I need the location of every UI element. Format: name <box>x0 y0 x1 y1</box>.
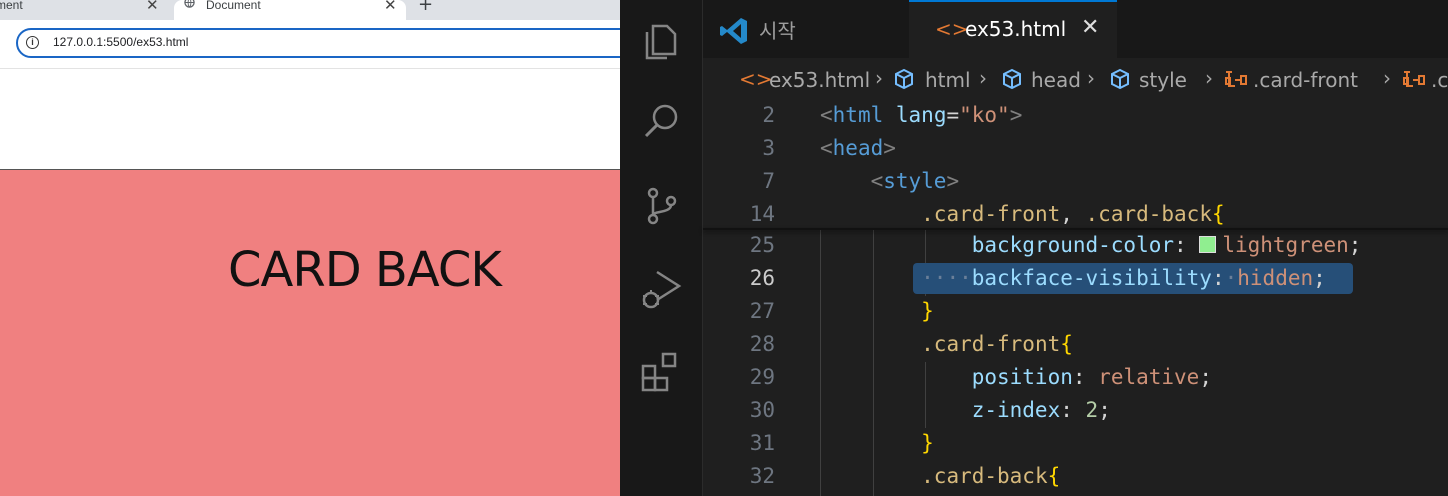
source-control-icon[interactable] <box>639 184 683 228</box>
chevron-right-icon: › <box>1087 66 1095 90</box>
tab-label: ex53.html <box>965 17 1067 41</box>
breadcrumb: <> ex53.html › html › head › style › .ca… <box>703 58 1448 102</box>
line-number: 2 <box>762 103 775 127</box>
code-line[interactable]: 2 <html lang="ko"> <box>703 100 1448 133</box>
breadcrumb-item[interactable]: .card-front <box>1253 68 1358 92</box>
vscode-logo-icon <box>720 18 747 44</box>
browser-tab-inactive[interactable]: ment ✕ <box>0 0 172 20</box>
tab-title: Document <box>206 0 261 12</box>
html-code-icon: <> <box>935 17 969 41</box>
tab-close-icon[interactable]: ✕ <box>146 0 159 14</box>
new-tab-button[interactable]: + <box>418 0 433 15</box>
element-cube-icon <box>1111 68 1129 90</box>
code-text: <head> <box>820 136 896 160</box>
code-text: <style> <box>870 169 960 193</box>
line-number: 27 <box>749 299 775 323</box>
code-text: } <box>921 299 934 323</box>
tab-welcome[interactable]: 시작 <box>703 0 908 58</box>
element-cube-icon <box>1003 68 1021 90</box>
chevron-right-icon: › <box>1383 66 1391 90</box>
code-editor[interactable]: 2 <html lang="ko"> 3 <head> 7 <style> 14 .car… <box>703 100 1448 496</box>
code-text: .card-front, .card-back{ <box>921 202 1225 226</box>
css-selector-icon <box>1225 71 1247 87</box>
code-text: .card-front{ <box>921 332 1073 356</box>
line-number: 29 <box>749 365 775 389</box>
chevron-right-icon: › <box>875 66 883 90</box>
code-text: .card-back{ <box>921 464 1061 488</box>
chevron-right-icon: › <box>1205 66 1213 90</box>
code-text: position: relative; <box>971 365 1212 389</box>
line-number: 26 <box>749 266 775 290</box>
code-text: } <box>921 431 934 455</box>
browser-window: ment ✕ Document ✕ + i 127.0.0.1:5500/ex5… <box>0 0 620 496</box>
line-number: 30 <box>749 398 775 422</box>
color-swatch-icon[interactable] <box>1199 236 1217 253</box>
run-debug-icon[interactable] <box>639 266 683 310</box>
breadcrumb-item[interactable]: head <box>1031 68 1081 92</box>
code-line[interactable]: 30 z-index: 2; <box>703 395 1448 428</box>
code-line[interactable]: 26 ····backface-visibility:·hidden; <box>703 263 1448 296</box>
site-info-icon[interactable]: i <box>26 36 39 49</box>
code-line[interactable]: 27 } <box>703 296 1448 329</box>
breadcrumb-item[interactable]: html <box>925 68 971 92</box>
element-cube-icon <box>895 68 913 90</box>
code-text: background-color: lightgreen; <box>971 233 1362 257</box>
html-file-icon: <> <box>739 67 773 91</box>
explorer-icon[interactable] <box>639 18 683 62</box>
tab-ex53-html[interactable]: <> ex53.html ✕ <box>909 0 1117 58</box>
code-line[interactable]: 32 .card-back{ <box>703 461 1448 494</box>
activity-bar <box>620 0 703 496</box>
code-text: ····backface-visibility:·hidden; <box>921 266 1326 290</box>
breadcrumb-item[interactable]: style <box>1139 68 1187 92</box>
card-back: CARD BACK <box>0 169 620 496</box>
editor-tabs: 시작 <> ex53.html ✕ <box>703 0 1448 58</box>
tab-title: ment <box>0 0 23 12</box>
code-line[interactable]: 25 background-color: lightgreen; <box>703 230 1448 263</box>
breadcrumb-file[interactable]: ex53.html <box>769 68 870 92</box>
card-back-text: CARD BACK <box>228 242 502 298</box>
tab-close-icon[interactable]: ✕ <box>384 0 397 14</box>
breadcrumb-item[interactable]: .card <box>1431 68 1448 92</box>
code-line[interactable]: 29 position: relative; <box>703 362 1448 395</box>
line-number: 31 <box>749 431 775 455</box>
chevron-right-icon: › <box>979 66 987 90</box>
code-text: <html lang="ko"> <box>820 103 1023 127</box>
extensions-icon[interactable] <box>639 350 683 394</box>
tab-label: 시작 <box>759 19 796 43</box>
line-number: 28 <box>749 332 775 356</box>
line-number: 7 <box>762 169 775 193</box>
url-text[interactable]: 127.0.0.1:5500/ex53.html <box>53 35 188 49</box>
line-number: 3 <box>762 136 775 160</box>
search-icon[interactable] <box>639 100 683 144</box>
globe-icon <box>184 0 195 8</box>
page-viewport: CARD BACK <box>0 69 620 496</box>
line-number: 32 <box>749 464 775 488</box>
code-line[interactable]: 31 } <box>703 428 1448 461</box>
close-icon[interactable]: ✕ <box>1081 15 1099 40</box>
browser-tab-strip: ment ✕ Document ✕ + <box>0 0 620 20</box>
code-text: z-index: 2; <box>971 398 1111 422</box>
browser-toolbar: i 127.0.0.1:5500/ex53.html <box>0 20 620 69</box>
code-line[interactable]: 28 .card-front{ <box>703 329 1448 362</box>
code-line[interactable]: 7 <style> <box>703 166 1448 199</box>
css-selector-icon <box>1403 71 1425 87</box>
code-line[interactable]: 3 <head> <box>703 133 1448 166</box>
address-bar[interactable]: i 127.0.0.1:5500/ex53.html <box>16 28 620 58</box>
line-number: 25 <box>749 233 775 257</box>
browser-tab-active[interactable]: Document ✕ <box>174 0 406 20</box>
vscode-window: 시작 <> ex53.html ✕ <> ex53.html › html › … <box>620 0 1448 496</box>
line-number: 14 <box>749 202 775 226</box>
code-line[interactable]: 14 .card-front, .card-back{ <box>703 199 1448 232</box>
